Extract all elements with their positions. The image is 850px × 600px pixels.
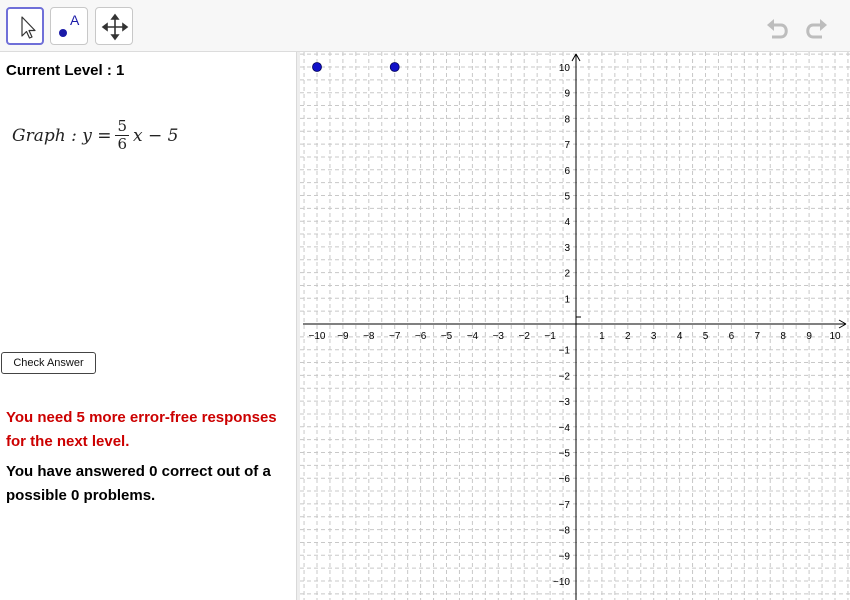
x-tick-label: 6 <box>729 331 735 342</box>
x-tick-label: −8 <box>363 331 375 342</box>
equation-prefix: Graph : y = <box>12 125 112 146</box>
current-level-label: Current Level : 1 <box>6 62 125 79</box>
y-tick-label: 4 <box>564 217 570 228</box>
y-tick-label: −1 <box>559 346 571 357</box>
fraction-denominator: 6 <box>117 135 128 153</box>
x-tick-label: −3 <box>493 331 505 342</box>
x-tick-label: 5 <box>703 331 709 342</box>
undo-icon[interactable] <box>764 13 794 41</box>
x-tick-label: −7 <box>389 331 401 342</box>
point-tool-button[interactable]: A <box>50 7 88 45</box>
x-tick-label: −10 <box>309 331 326 342</box>
y-tick-label: 5 <box>564 192 570 203</box>
x-tick-label: 8 <box>780 331 786 342</box>
plotted-point[interactable] <box>389 62 400 72</box>
x-tick-label: 7 <box>755 331 761 342</box>
move-tool-button[interactable] <box>6 7 44 45</box>
axes <box>303 53 847 600</box>
x-tick-label: −6 <box>415 331 427 342</box>
y-tick-label: 2 <box>564 269 570 280</box>
y-tick-label: 9 <box>564 89 570 100</box>
y-tick-label: −10 <box>553 577 570 588</box>
arrow-cursor-icon <box>21 16 36 39</box>
equation-suffix: x − 5 <box>133 125 179 146</box>
y-tick-label: −5 <box>559 449 571 460</box>
y-tick-label: −6 <box>559 474 571 485</box>
y-tick-label: −8 <box>559 526 571 537</box>
fraction-numerator: 5 <box>115 117 130 136</box>
x-tick-label: −5 <box>441 331 453 342</box>
y-tick-label: −4 <box>559 423 571 434</box>
plotted-point[interactable] <box>312 62 322 72</box>
point-with-label-icon: A <box>59 12 80 37</box>
four-way-arrow-icon <box>101 13 129 41</box>
y-axis-tick-labels: −10 −9 −8 −7 −6 −5 −4 −3 −2 −1 1 2 3 4 5 6 7 8 9 10 <box>553 63 570 588</box>
x-tick-label: 2 <box>625 331 631 342</box>
y-tick-label: −2 <box>559 371 571 382</box>
y-tick-label: −9 <box>559 551 571 562</box>
y-tick-label: 6 <box>564 166 570 177</box>
x-tick-label: 4 <box>677 331 683 342</box>
y-tick-label: −3 <box>559 397 571 408</box>
x-tick-label: 9 <box>806 331 812 342</box>
x-tick-label: −2 <box>518 331 530 342</box>
point-tool-label: A <box>70 12 80 28</box>
y-tick-label: 10 <box>559 63 571 74</box>
algebra-panel: Current Level : 1 Graph : y = 5 6 x − 5 … <box>0 52 296 600</box>
equation-display: Graph : y = 5 6 x − 5 <box>12 118 178 153</box>
x-tick-label: 1 <box>599 331 605 342</box>
x-tick-label: −4 <box>467 331 479 342</box>
move-graphics-view-button[interactable] <box>95 7 133 45</box>
x-tick-label: −9 <box>337 331 349 342</box>
toolbar: A <box>0 0 850 52</box>
grid-lines <box>300 52 850 600</box>
check-answer-button[interactable]: Check Answer <box>1 352 96 374</box>
x-tick-label: 10 <box>829 331 841 342</box>
redo-icon[interactable] <box>800 13 830 41</box>
graphics-view[interactable]: −10 −9 −8 −7 −6 −5 −4 −3 −2 −1 1 2 3 4 5 6 7 8 9 10 −10 −9 −8… <box>300 52 850 600</box>
y-tick-label: −7 <box>559 500 571 511</box>
score-message: You have answered 0 correct out of a pos… <box>6 463 271 504</box>
y-tick-label: 3 <box>564 243 570 254</box>
y-tick-label: 7 <box>564 140 570 151</box>
y-tick-label: 8 <box>564 114 570 125</box>
error-free-message: You need 5 more error-free responses for… <box>6 409 277 450</box>
equation-fraction: 5 6 <box>115 117 130 153</box>
x-tick-label: −1 <box>544 331 556 342</box>
x-tick-label: 3 <box>651 331 657 342</box>
y-tick-label: 1 <box>564 294 570 305</box>
